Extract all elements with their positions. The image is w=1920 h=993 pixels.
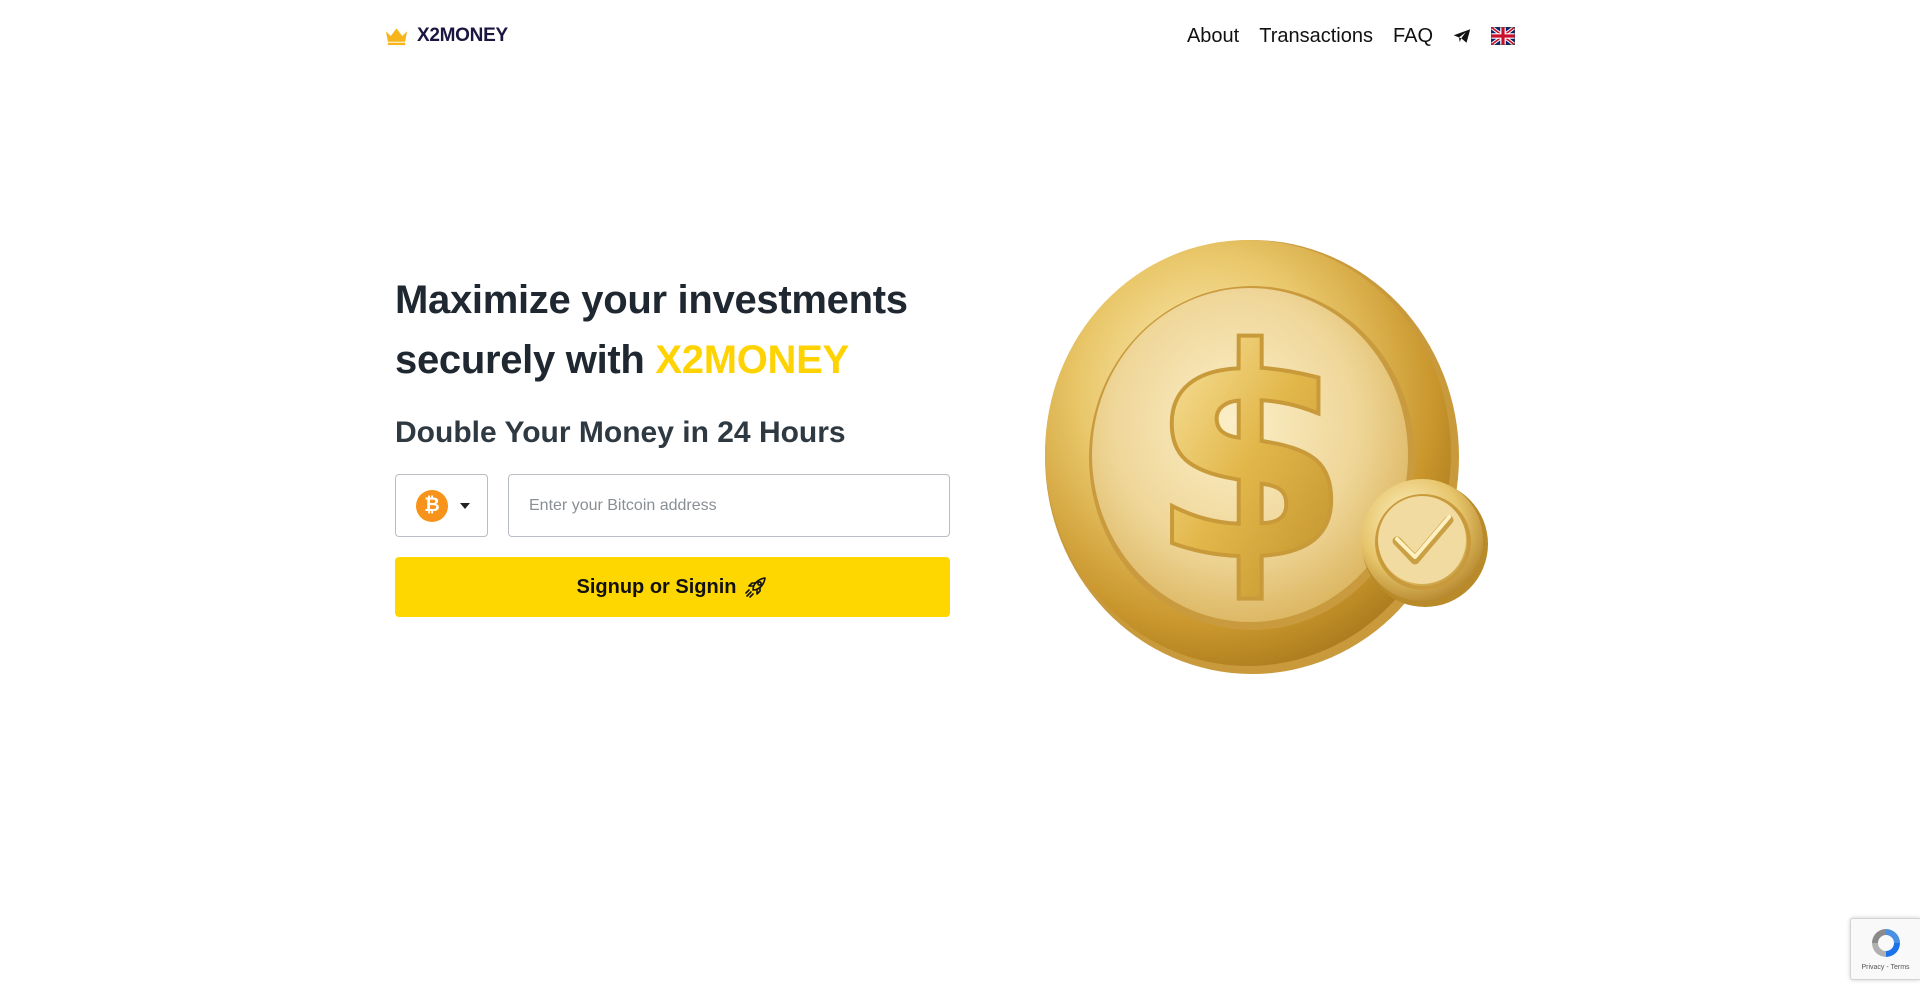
site-header: X2MONEY About Transactions FAQ: [385, 18, 1515, 54]
crown-icon: [385, 28, 408, 46]
headline-line-1: Maximize your investments: [395, 278, 908, 322]
signup-signin-button[interactable]: Signup or Signin: [395, 557, 950, 617]
recaptcha-legal-links[interactable]: Privacy - Terms: [1861, 964, 1909, 971]
brand-logo[interactable]: X2MONEY: [385, 25, 508, 47]
page: X2MONEY About Transactions FAQ Maximize …: [0, 0, 1920, 993]
chevron-down-icon: [460, 502, 470, 509]
nav-faq[interactable]: FAQ: [1393, 25, 1433, 48]
gold-coin-illustration: $: [1045, 236, 1495, 676]
hero-headline: Maximize your investments securely with …: [395, 270, 955, 390]
uk-flag-icon[interactable]: [1491, 27, 1515, 45]
bitcoin-address-input[interactable]: [508, 474, 950, 537]
hero-section: Maximize your investments securely with …: [395, 270, 955, 617]
svg-text:$: $: [1149, 288, 1351, 625]
telegram-icon[interactable]: [1453, 28, 1471, 44]
cta-label: Signup or Signin: [576, 575, 737, 598]
main-nav: About Transactions FAQ: [1187, 25, 1515, 48]
currency-select[interactable]: ₿: [395, 474, 488, 537]
nav-transactions[interactable]: Transactions: [1259, 25, 1373, 48]
recaptcha-icon: [1871, 929, 1900, 957]
headline-brand: X2MONEY: [655, 338, 849, 382]
rocket-icon: [745, 577, 767, 598]
headline-line-2: securely with: [395, 338, 645, 382]
nav-about[interactable]: About: [1187, 25, 1239, 48]
bitcoin-icon: ₿: [416, 489, 448, 522]
recaptcha-badge[interactable]: Privacy - Terms: [1850, 918, 1920, 980]
hero-subheadline: Double Your Money in 24 Hours: [395, 416, 846, 449]
brand-name: X2MONEY: [417, 25, 508, 46]
address-form: ₿: [395, 474, 955, 537]
